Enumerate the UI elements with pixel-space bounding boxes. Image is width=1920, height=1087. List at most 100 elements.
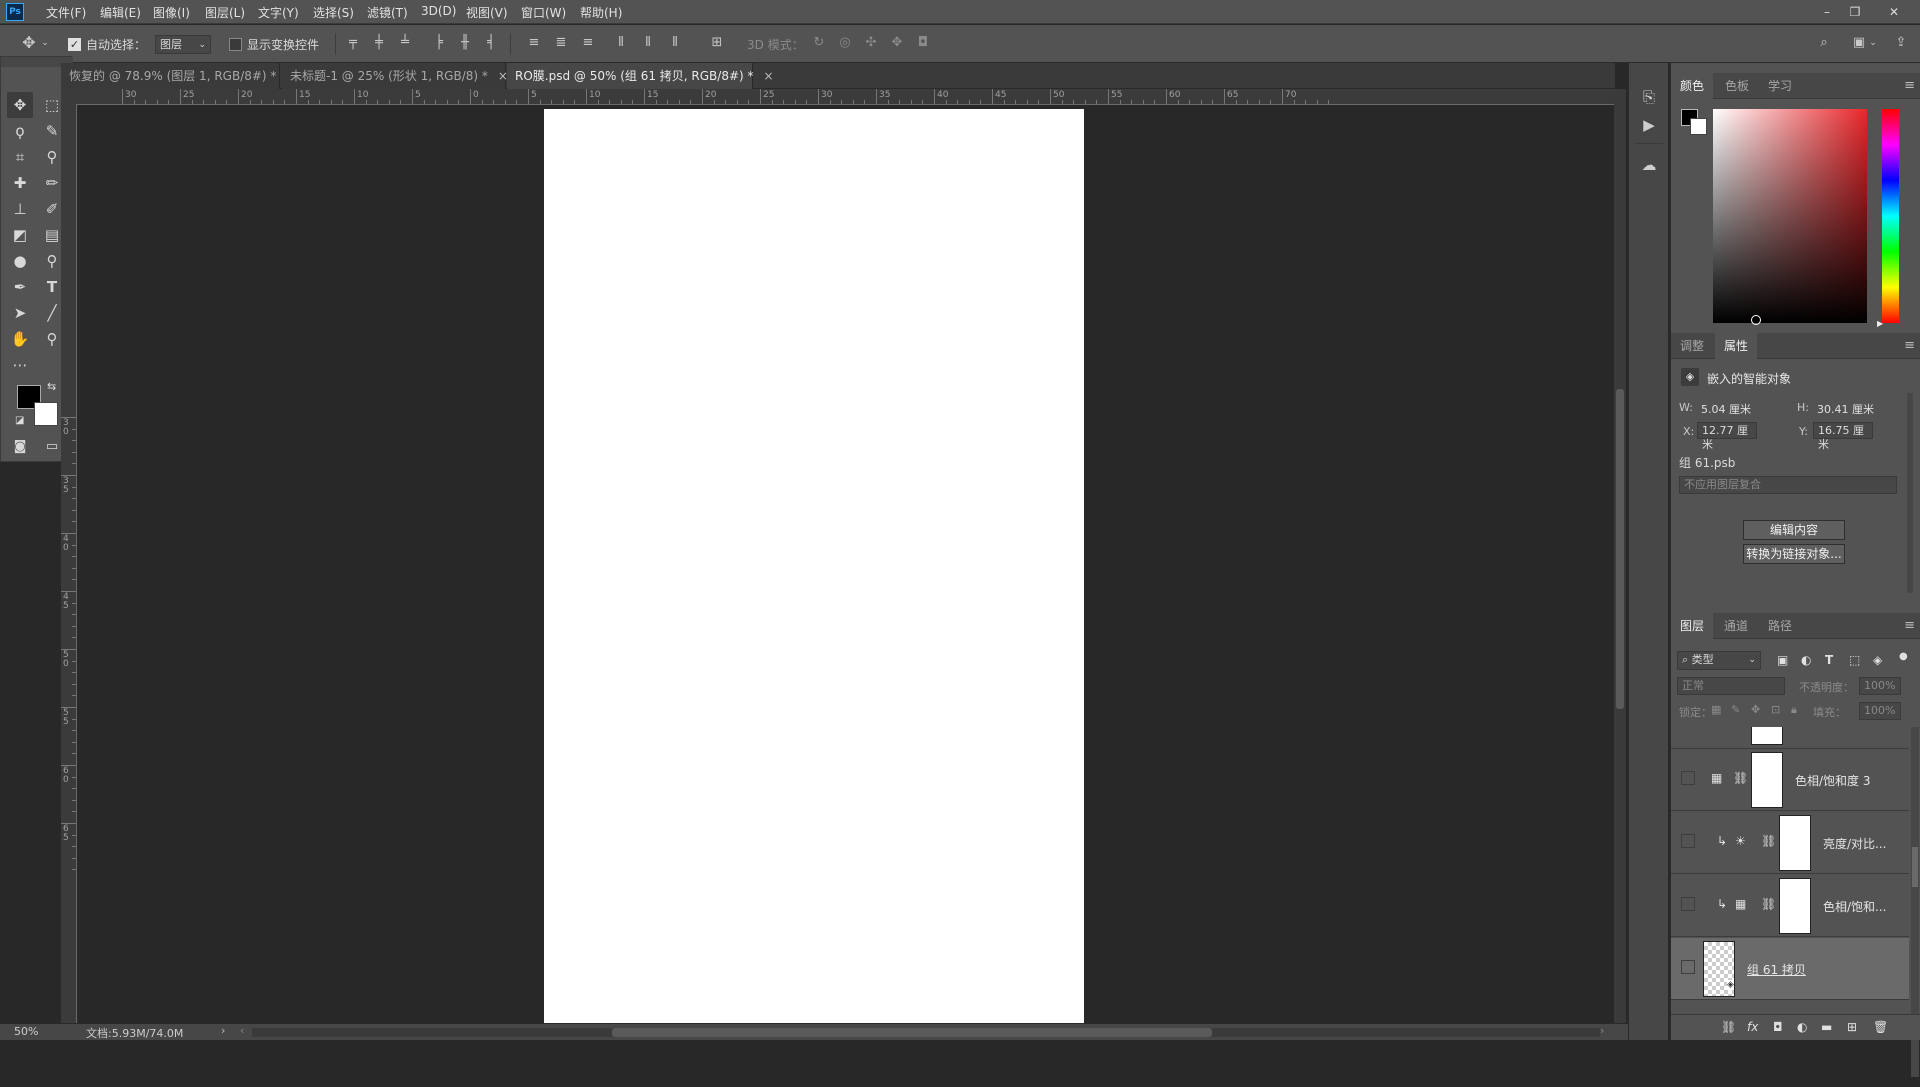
menu-edit[interactable]: 编辑(E) [100,4,141,21]
scroll-right-icon[interactable]: › [1600,1024,1604,1037]
layer-row[interactable]: ↳ ▦ ⛓ 色相/饱和... [1671,875,1909,937]
horizontal-scrollbar[interactable] [252,1028,1600,1037]
distribute-vcenter-icon[interactable]: ≣ [552,34,570,52]
pen-tool-icon[interactable]: ✒ [7,274,33,300]
hue-slider-handle-icon[interactable]: ▶ [1877,319,1883,328]
layer-mask-thumbnail[interactable] [1751,752,1783,808]
workspace-icon[interactable]: ▣ [1850,34,1868,52]
distribute-top-icon[interactable]: ≡ [525,34,543,52]
edit-contents-button[interactable]: 编辑内容 [1743,520,1845,540]
delete-layer-icon[interactable]: 🗑︎ [1873,1020,1888,1034]
hand-tool-icon[interactable]: ✋ [7,326,33,352]
vertical-scrollbar[interactable] [1614,89,1626,1023]
auto-select-target-dropdown[interactable]: 图层 ⌄ [155,35,211,54]
menu-3d[interactable]: 3D(D) [421,4,456,18]
search-icon[interactable]: ⌕ [1815,34,1833,52]
blur-tool-icon[interactable]: ● [7,248,33,274]
close-window-button[interactable]: ✕ [1882,2,1906,22]
layer-mask-thumbnail[interactable] [1779,878,1811,934]
y-input[interactable]: 16.75 厘米 [1813,422,1873,451]
menu-window[interactable]: 窗口(W) [521,4,566,21]
auto-select-checkbox[interactable] [68,37,81,51]
menu-help[interactable]: 帮助(H) [580,4,622,21]
filter-pixel-icon[interactable]: ▣ [1777,653,1788,667]
opacity-input[interactable]: 100% [1859,677,1901,695]
menu-select[interactable]: 选择(S) [313,4,354,21]
menu-view[interactable]: 视图(V) [466,4,508,21]
lasso-tool-icon[interactable]: ϙ [7,118,33,144]
menu-image[interactable]: 图像(I) [153,4,190,21]
zoom-level[interactable]: 50% [14,1025,38,1038]
align-top-icon[interactable]: ╤ [344,34,362,52]
filter-shape-icon[interactable]: ⬚ [1849,653,1860,667]
distribute-bottom-icon[interactable]: ≡ [579,34,597,52]
properties-scrollbar[interactable] [1907,393,1913,593]
crop-tool-icon[interactable]: ⌗ [7,144,33,170]
filter-type-icon[interactable]: T [1825,653,1833,667]
vertical-ruler[interactable]: 3 0 3 5 4 0 4 5 5 0 5 5 6 0 6 5 [61,105,77,1023]
scroll-left-icon[interactable]: ‹ [240,1024,244,1037]
quick-mask-icon[interactable]: ◙ [7,434,33,460]
align-hcenter-icon[interactable]: ╫ [456,34,474,52]
path-select-tool-icon[interactable]: ➤ [7,300,33,326]
hue-slider[interactable] [1882,109,1899,323]
tab-learn[interactable]: 学习 [1759,73,1801,99]
tab-channels[interactable]: 通道 [1715,613,1757,639]
default-colors-icon[interactable]: ◪ [15,415,24,426]
tab-properties[interactable]: 属性 [1715,333,1758,359]
layer-name[interactable]: 组 61 拷贝 [1747,961,1806,978]
menu-type[interactable]: 文字(Y) [258,4,299,21]
add-mask-icon[interactable]: ◘ [1773,1020,1783,1034]
lock-pixels-icon[interactable]: ✎ [1731,703,1740,716]
new-layer-icon[interactable]: ⊞ [1847,1020,1857,1034]
visibility-toggle[interactable] [1681,960,1695,974]
3d-roll-icon[interactable]: ◎ [836,34,854,52]
scrollbar-thumb[interactable] [1616,389,1624,709]
layer-name[interactable]: 亮度/对比... [1823,835,1887,852]
panel-menu-icon[interactable]: ≡ [1904,78,1915,93]
layer-row[interactable]: ▦ ⛓ 色相/饱和度 3 [1671,749,1909,811]
panel-menu-icon[interactable]: ≡ [1904,338,1915,353]
show-transform-checkbox[interactable] [229,37,242,51]
background-color-swatch[interactable] [34,402,58,426]
menu-file[interactable]: 文件(F) [46,4,86,21]
filter-toggle-icon[interactable]: ● [1899,651,1908,662]
workspace-dropdown-icon[interactable]: ⌄ [1868,34,1878,52]
filter-adjustment-icon[interactable]: ◐ [1801,653,1811,667]
align-bottom-icon[interactable]: ╧ [396,34,414,52]
layer-comp-dropdown[interactable]: 不应用图层复合 [1679,476,1897,494]
align-right-icon[interactable]: ╡ [482,34,500,52]
3d-orbit-icon[interactable]: ↻ [810,34,828,52]
healing-brush-tool-icon[interactable]: ✚ [7,170,33,196]
swap-colors-icon[interactable]: ⇆ [47,380,56,393]
tab-swatches[interactable]: 色板 [1716,73,1758,99]
distribute-right-icon[interactable]: ⦀ [666,34,684,52]
layer-mask-thumbnail[interactable] [1779,815,1811,871]
layer-row[interactable] [1671,727,1909,749]
tab-document-active[interactable]: RO膜.psd @ 50% (组 61 拷贝, RGB/8#) * × [507,63,774,89]
tab-layers[interactable]: 图层 [1671,613,1714,639]
background-color-swatch[interactable] [1690,118,1707,135]
3d-pan-icon[interactable]: ✣ [862,34,880,52]
tab-document-2[interactable]: 未标题-1 @ 25% (形状 1, RGB/8) * × [282,63,508,89]
document-canvas[interactable] [544,109,1084,1023]
layer-name[interactable]: 色相/饱和... [1823,898,1887,915]
distribute-left-icon[interactable]: ⦀ [612,34,630,52]
tab-color[interactable]: 颜色 [1671,73,1714,99]
convert-to-linked-button[interactable]: 转换为链接对象... [1743,544,1845,564]
move-tool-icon[interactable]: ✥ [7,92,33,118]
actions-icon[interactable]: ▶ [1637,113,1661,137]
tab-document-1[interactable]: 恢复的 @ 78.9% (图层 1, RGB/8#) *× [61,63,297,89]
new-group-icon[interactable]: ▬ [1821,1020,1832,1034]
layer-filter-dropdown[interactable]: ⌕ 类型 ⌄ [1677,651,1761,670]
tab-paths[interactable]: 路径 [1759,613,1801,639]
x-input[interactable]: 12.77 厘米 [1697,422,1757,451]
lock-artboard-icon[interactable]: ⊡ [1771,703,1780,716]
panel-menu-icon[interactable]: ≡ [1904,618,1915,633]
width-value[interactable]: 5.04 厘米 [1701,401,1751,417]
more-tools-icon[interactable]: ⋯ [7,352,33,378]
link-icon[interactable]: ⛓ [1761,834,1776,848]
lock-transparent-icon[interactable]: ▦ [1711,703,1721,716]
auto-align-icon[interactable]: ⊞ [708,34,726,52]
blend-mode-dropdown[interactable]: 正常 [1677,677,1785,695]
